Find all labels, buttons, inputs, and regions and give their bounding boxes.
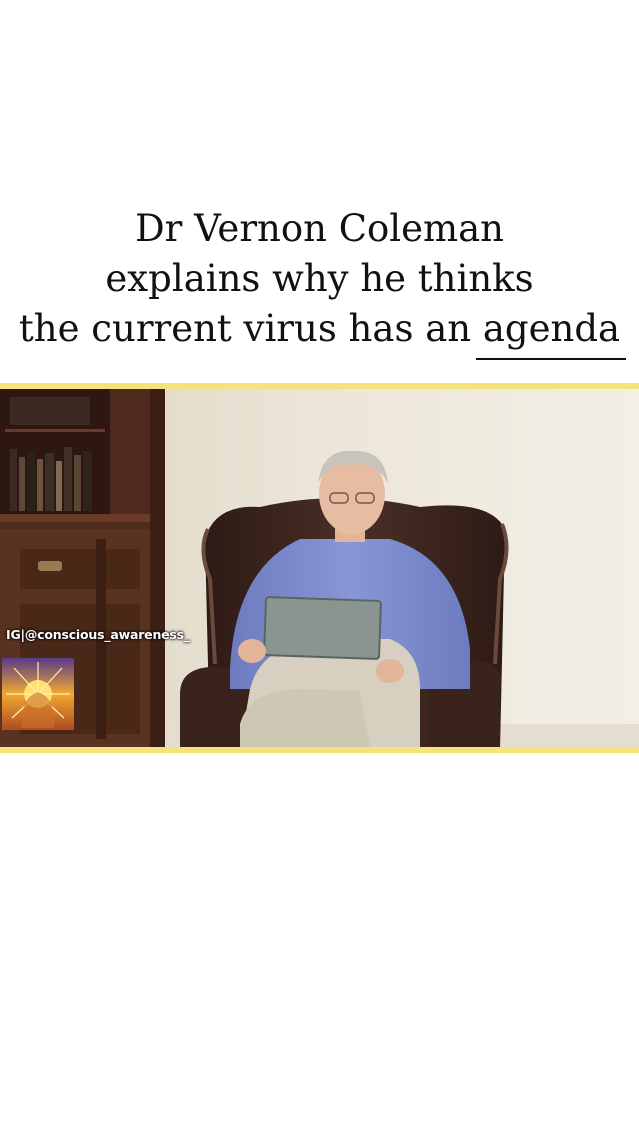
sun-head-logo: [2, 658, 74, 730]
watermark-handle: IG|@conscious_awareness_: [6, 627, 190, 642]
caption-line-3: the current virus has an agenda: [0, 304, 639, 354]
caption-line-2: explains why he thinks: [105, 257, 534, 300]
video-player[interactable]: IG|@conscious_awareness_: [0, 383, 639, 753]
caption-underline-rule: [476, 358, 626, 360]
caption-underlined-word: agenda: [482, 307, 621, 350]
caption-line-3-prefix: the current virus has an: [18, 307, 483, 350]
caption-line-1: Dr Vernon Coleman: [134, 207, 504, 250]
video-bottom-band: [0, 747, 639, 753]
tablet: [263, 596, 382, 660]
video-frame-image: [0, 389, 639, 747]
caption: Dr Vernon Coleman explains why he thinks…: [0, 204, 639, 354]
